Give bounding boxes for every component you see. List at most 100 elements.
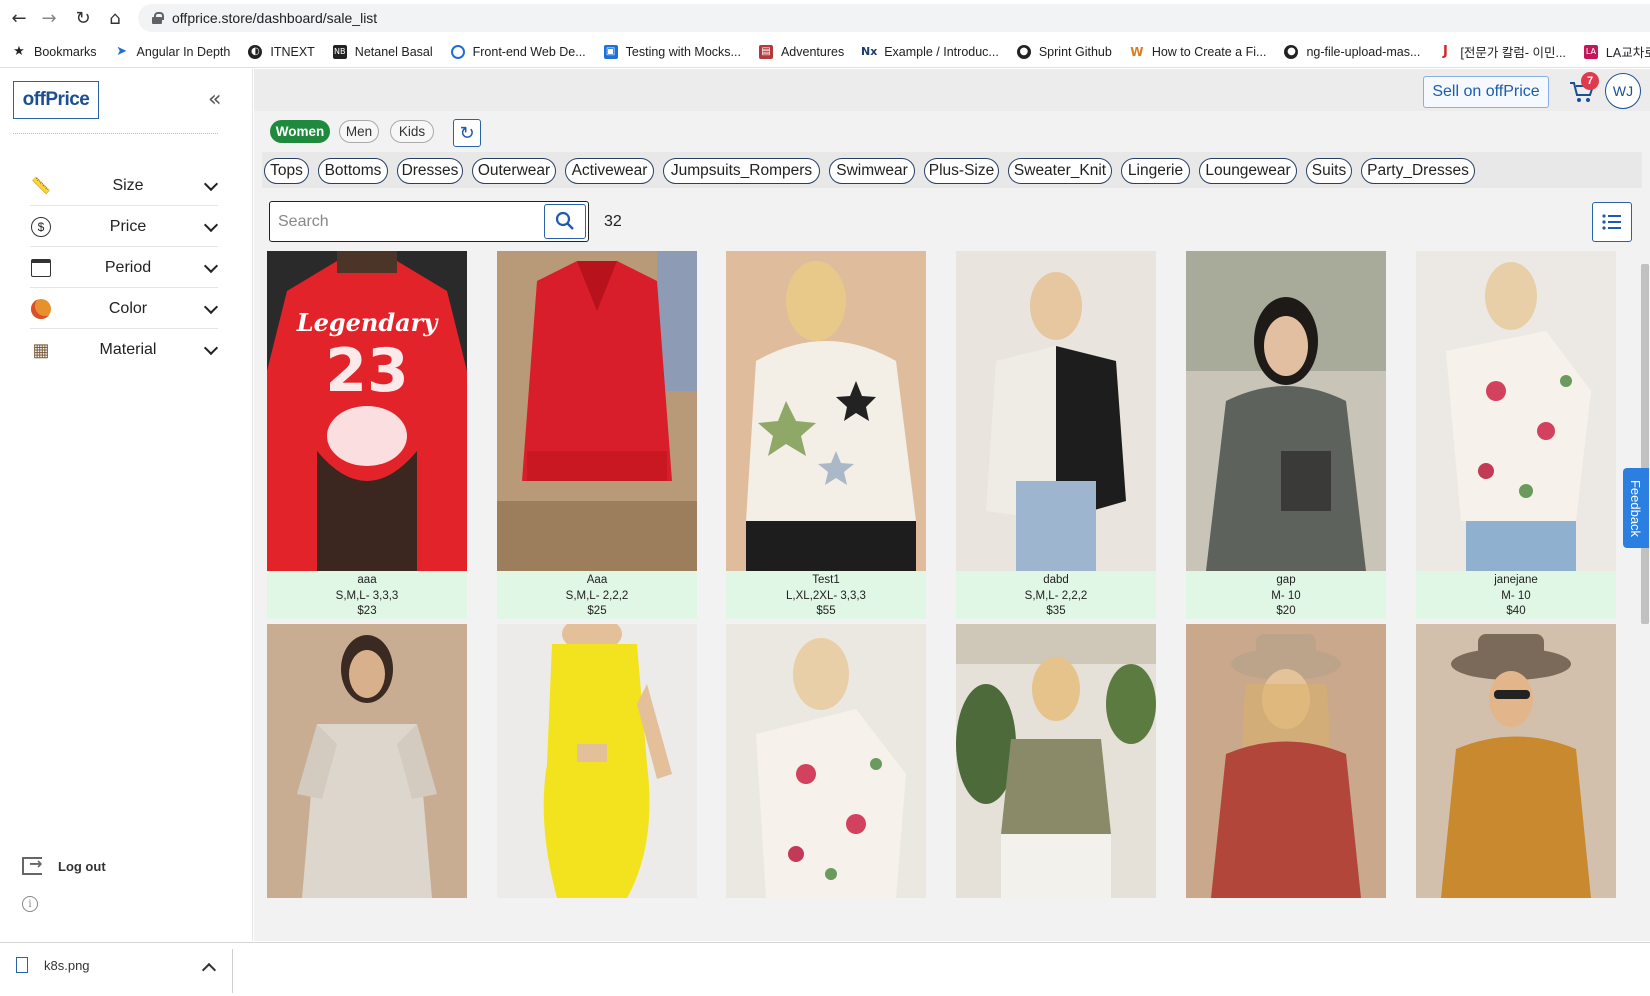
product-image[interactable] bbox=[267, 624, 467, 898]
product-card[interactable]: dabd S,M,L- 2,2,2 $35 bbox=[956, 251, 1156, 619]
product-sizes: L,XL,2XL- 3,3,3 bbox=[786, 589, 866, 602]
product-sizes: M- 10 bbox=[1271, 589, 1301, 602]
gender-chip-kids[interactable]: Kids bbox=[390, 120, 434, 143]
bookmark-item[interactable]: ★ Bookmarks bbox=[12, 44, 96, 59]
adventures-icon: ▤ bbox=[758, 44, 773, 59]
filter-color[interactable]: Color bbox=[30, 289, 218, 329]
gender-chip-women[interactable]: Women bbox=[270, 120, 330, 143]
bookmark-item[interactable]: LA LA교차로 bbox=[1583, 42, 1650, 61]
product-image[interactable]: Legendary 23 bbox=[267, 251, 467, 571]
filter-period[interactable]: Period bbox=[30, 248, 218, 288]
reload-icon[interactable]: ↻ bbox=[72, 7, 94, 29]
feedback-tab[interactable]: Feedback bbox=[1623, 468, 1649, 548]
list-icon bbox=[1602, 214, 1621, 230]
collapse-sidebar-icon[interactable]: « bbox=[208, 87, 221, 112]
bookmark-item[interactable]: ● ng-file-upload-mas... bbox=[1284, 44, 1420, 59]
bookmark-item[interactable]: ● Sprint Github bbox=[1016, 44, 1112, 59]
refresh-icon[interactable]: ↻ bbox=[453, 119, 481, 147]
product-image[interactable] bbox=[1186, 251, 1386, 571]
avatar[interactable]: WJ bbox=[1605, 73, 1641, 109]
la-icon: LA bbox=[1583, 44, 1598, 59]
bookmark-label: How to Create a Fi... bbox=[1151, 44, 1267, 59]
back-arrow-icon[interactable]: ← bbox=[8, 7, 30, 29]
bookmark-item[interactable]: Front-end Web De... bbox=[450, 44, 586, 59]
chevron-down-icon bbox=[204, 179, 218, 193]
product-card[interactable] bbox=[267, 624, 467, 898]
search-input[interactable] bbox=[278, 210, 533, 234]
product-card[interactable] bbox=[497, 624, 697, 898]
home-icon[interactable]: ⌂ bbox=[104, 7, 126, 29]
bookmark-item[interactable]: ▤ Adventures bbox=[758, 44, 844, 59]
product-card[interactable]: Test1 L,XL,2XL- 3,3,3 $55 bbox=[726, 251, 926, 619]
logo[interactable]: offPrice bbox=[13, 81, 99, 119]
filter-label: Size bbox=[112, 176, 144, 194]
product-image[interactable] bbox=[956, 624, 1156, 898]
product-card[interactable]: gap M- 10 $20 bbox=[1186, 251, 1386, 619]
filter-label: Price bbox=[109, 217, 147, 235]
category-chip[interactable]: Jumpsuits_Rompers bbox=[663, 158, 820, 184]
logout-button[interactable]: Log out bbox=[22, 854, 106, 875]
product-card[interactable] bbox=[726, 624, 926, 898]
chevron-up-icon[interactable] bbox=[201, 962, 217, 978]
category-chip[interactable]: Dresses bbox=[397, 158, 463, 184]
bookmark-item[interactable]: ◐ ITNEXT bbox=[248, 44, 315, 59]
bookmark-item[interactable]: ➤ Angular In Depth bbox=[115, 44, 231, 59]
bookmark-item[interactable]: ▣ Testing with Mocks... bbox=[603, 44, 741, 59]
product-card[interactable] bbox=[956, 624, 1156, 898]
product-card[interactable] bbox=[1416, 624, 1616, 898]
calendar-icon bbox=[30, 257, 52, 279]
chevron-down-icon bbox=[204, 261, 218, 275]
category-chip[interactable]: Tops bbox=[264, 158, 309, 184]
product-card[interactable]: janejane M- 10 $40 bbox=[1416, 251, 1616, 619]
product-sizes: S,M,L- 2,2,2 bbox=[565, 589, 629, 602]
bookmark-item[interactable]: W How to Create a Fi... bbox=[1130, 44, 1267, 59]
bookmark-label: LA교차로 bbox=[1605, 46, 1650, 60]
search-icon bbox=[555, 211, 574, 230]
product-image[interactable] bbox=[1416, 251, 1616, 571]
bookmark-item[interactable]: J [전문가 칼럼- 이민... bbox=[1438, 42, 1566, 61]
category-chip[interactable]: Plus-Size bbox=[924, 158, 999, 184]
product-card[interactable] bbox=[1186, 624, 1386, 898]
product-image[interactable] bbox=[726, 251, 926, 571]
category-chip[interactable]: Suits bbox=[1306, 158, 1352, 184]
scrollbar-thumb[interactable] bbox=[1641, 264, 1649, 624]
list-view-button[interactable] bbox=[1592, 202, 1632, 242]
product-meta: dabd S,M,L- 2,2,2 $35 bbox=[956, 571, 1156, 619]
filter-price[interactable]: $ Price bbox=[30, 207, 218, 247]
feedback-label: Feedback bbox=[1628, 479, 1644, 537]
category-chip[interactable]: Party_Dresses bbox=[1361, 158, 1475, 184]
product-image[interactable] bbox=[956, 251, 1156, 571]
product-card[interactable]: Aaa S,M,L- 2,2,2 $25 bbox=[497, 251, 697, 619]
gender-chip-men[interactable]: Men bbox=[339, 120, 379, 143]
category-chip[interactable]: Bottoms bbox=[318, 158, 388, 184]
search-button[interactable] bbox=[544, 204, 586, 239]
filter-size[interactable]: 📏 Size bbox=[30, 166, 218, 206]
address-bar[interactable]: offprice.store/dashboard/sale_list bbox=[138, 4, 1650, 32]
category-chip[interactable]: Swimwear bbox=[829, 158, 915, 184]
star-icon: ★ bbox=[13, 44, 25, 59]
product-image[interactable] bbox=[497, 251, 697, 571]
bookmark-item[interactable]: NB Netanel Basal bbox=[332, 44, 433, 59]
product-price: $25 bbox=[587, 605, 607, 617]
category-chip[interactable]: Sweater_Knit bbox=[1008, 158, 1112, 184]
category-chip[interactable]: Outerwear bbox=[472, 158, 556, 184]
sell-button[interactable]: Sell on offPrice bbox=[1423, 76, 1549, 108]
product-image[interactable] bbox=[1186, 624, 1386, 898]
category-chip[interactable]: Lingerie bbox=[1121, 158, 1190, 184]
info-icon[interactable]: i bbox=[22, 896, 38, 912]
bookmark-item[interactable]: Nx Example / Introduc... bbox=[861, 45, 999, 59]
category-chip[interactable]: Loungewear bbox=[1199, 158, 1297, 184]
download-item[interactable]: k8s.png bbox=[16, 957, 90, 973]
product-card[interactable]: Legendary 23 aaa S,M,L- 3,3,3 $23 bbox=[267, 251, 467, 619]
product-meta: Test1 L,XL,2XL- 3,3,3 $55 bbox=[726, 571, 926, 619]
nx-icon: Nx bbox=[861, 45, 878, 58]
filter-material[interactable]: ▦ Material bbox=[30, 330, 218, 370]
product-price: $55 bbox=[816, 605, 836, 617]
bookmark-label: Testing with Mocks... bbox=[625, 44, 741, 59]
category-chip[interactable]: Activewear bbox=[565, 158, 654, 184]
product-image[interactable] bbox=[1416, 624, 1616, 898]
forward-arrow-icon[interactable]: → bbox=[38, 7, 60, 29]
product-image[interactable] bbox=[726, 624, 926, 898]
product-image[interactable] bbox=[497, 624, 697, 898]
bookmark-label: Angular In Depth bbox=[136, 44, 231, 59]
